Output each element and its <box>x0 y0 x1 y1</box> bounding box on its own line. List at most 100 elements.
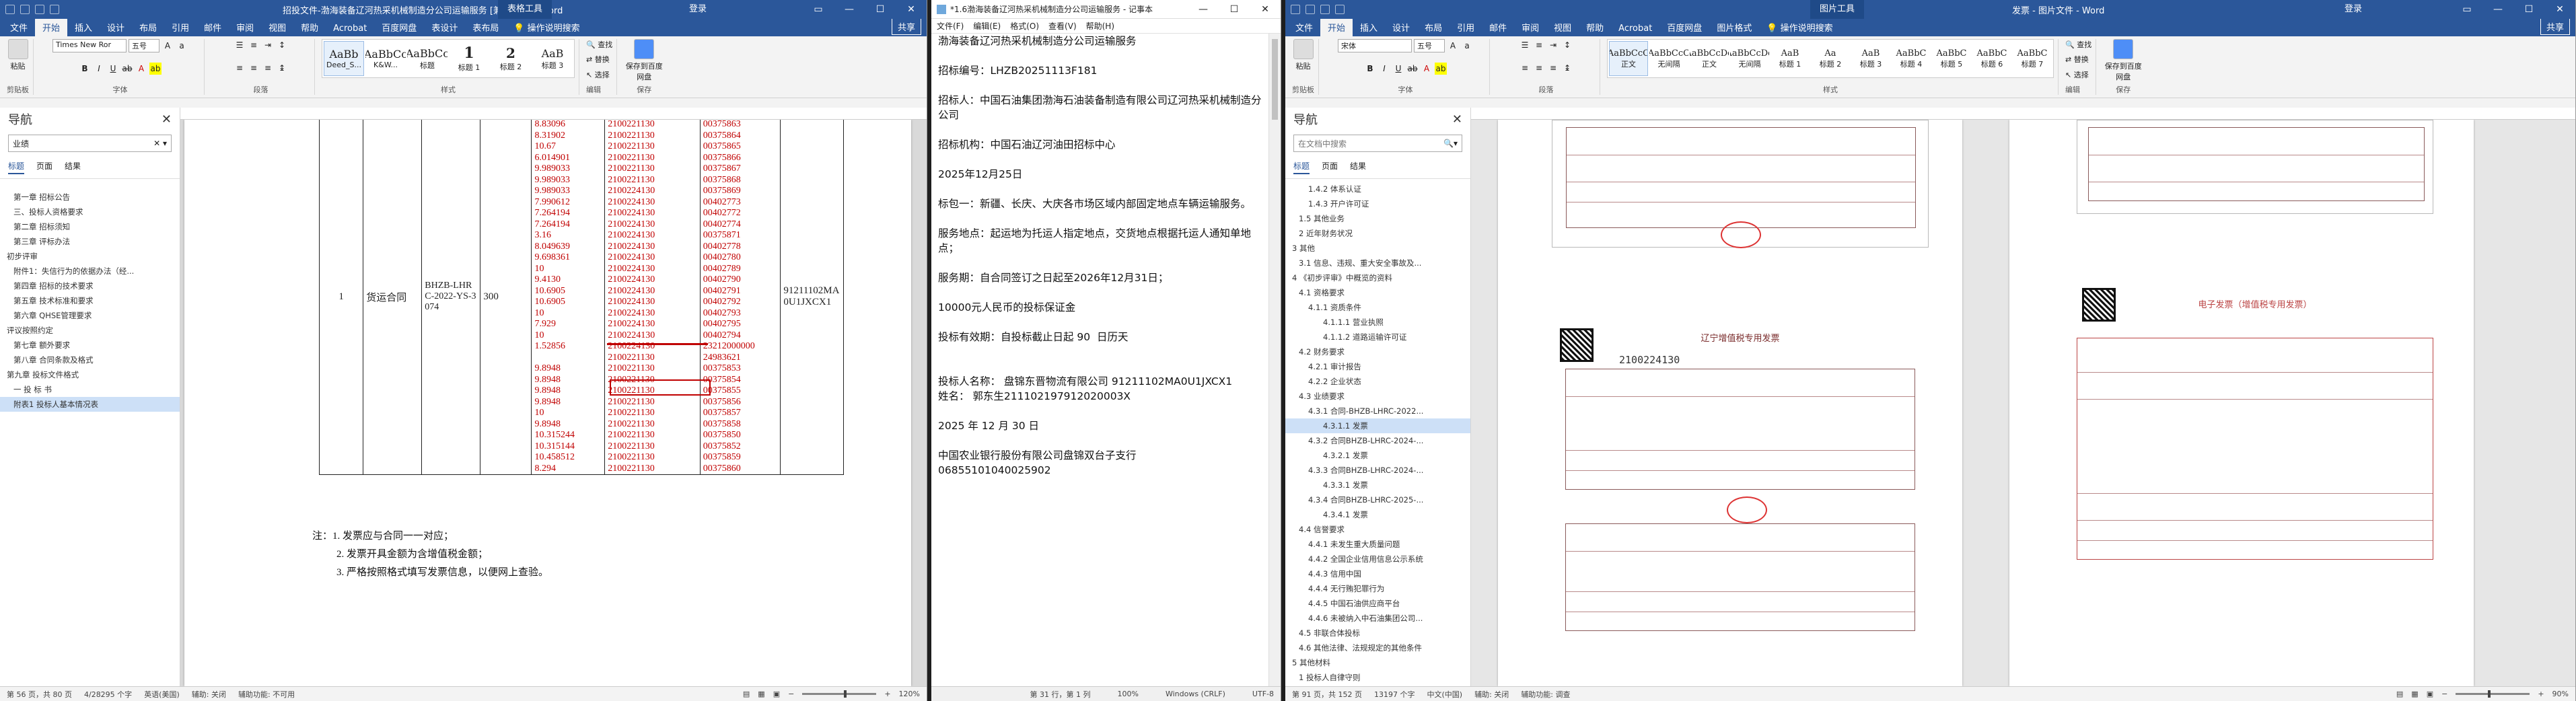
vertical-scrollbar[interactable] <box>1268 34 1281 686</box>
nav-heading-item[interactable]: 4.2.1 审计报告 <box>1285 359 1470 374</box>
nav-heading-item[interactable]: 4.1 资格要求 <box>1285 285 1470 300</box>
maximize-button[interactable]: ☐ <box>2513 0 2544 19</box>
grow-font-icon[interactable]: A <box>162 40 174 52</box>
tab-review[interactable]: 审阅 <box>229 18 261 36</box>
tab-insert[interactable]: 插入 <box>1353 18 1385 36</box>
zoom-in-icon[interactable]: + <box>2538 690 2544 698</box>
save-baidu-button[interactable]: 保存到百度网盘 <box>2103 39 2143 82</box>
font-color-icon[interactable]: A <box>135 63 147 75</box>
nav-heading-item[interactable]: 第八章 合同条款及格式 <box>0 353 180 367</box>
clear-search-icon[interactable]: ✕ ▾ <box>153 139 167 148</box>
nav-tab-results[interactable]: 结果 <box>1350 160 1366 174</box>
style-item[interactable]: AaBb Deed_S... <box>324 41 364 76</box>
zoom-slider[interactable] <box>2456 690 2530 698</box>
nav-heading-item[interactable]: 4.3.1.1 发票 <box>1285 418 1470 433</box>
nav-heading-item[interactable]: 4.4.3 信用中国 <box>1285 566 1470 581</box>
nav-heading-item[interactable]: 4.4.6 未被纳入中石油集团公司... <box>1285 611 1470 626</box>
type-cell[interactable]: 货运合同 <box>363 120 423 475</box>
style-item[interactable]: AaB 标题 3 <box>1851 41 1890 76</box>
grow-font-icon[interactable]: A <box>1447 40 1459 52</box>
style-item[interactable]: 2 标题 2 <box>491 41 531 76</box>
word-count[interactable]: 13197 个字 <box>1374 689 1415 700</box>
page-count[interactable]: 第 91 页，共 152 页 <box>1292 689 1362 700</box>
autosave-icon[interactable] <box>5 5 15 14</box>
tab-design[interactable]: 设计 <box>1385 18 1417 36</box>
nav-heading-item[interactable]: 4.4.4 无行贿犯罪行为 <box>1285 581 1470 596</box>
nav-heading-item[interactable]: 第三章 评标办法 <box>0 234 180 249</box>
align-right-icon[interactable]: ≡ <box>262 62 274 74</box>
font-size-select[interactable]: 五号 <box>1414 39 1445 52</box>
web-layout-icon[interactable]: ▣ <box>773 690 780 698</box>
minimize-button[interactable]: — <box>2482 0 2513 19</box>
tell-me-search[interactable]: 💡 操作说明搜索 <box>1759 18 1840 36</box>
nav-heading-item[interactable]: 4.6 其他法律、法规规定的其他条件 <box>1285 640 1470 655</box>
nav-heading-item[interactable]: 4.3.3 合同BHZB-LHRC-2024-... <box>1285 463 1470 478</box>
ribbon-display-icon[interactable]: ▭ <box>2452 0 2482 19</box>
select-button[interactable]: ↖ 选择 <box>586 69 610 80</box>
bullets-icon[interactable]: ☰ <box>1519 39 1531 51</box>
page-count[interactable]: 第 56 页，共 80 页 <box>7 689 72 700</box>
amounts-cell[interactable]: 8.83096 8.31902 10.67 6.014901 9.989033 9.989… <box>531 120 606 475</box>
dates-cell[interactable]: 2100221130 2100221130 2100221130 2100221130… <box>604 120 701 475</box>
redo-icon[interactable] <box>1335 5 1345 14</box>
nav-tab-pages[interactable]: 页面 <box>36 160 52 174</box>
find-button[interactable]: 🔍 查找 <box>586 39 612 50</box>
text-prediction[interactable]: 辅助: 关闭 <box>192 689 226 700</box>
align-right-icon[interactable]: ≡ <box>1547 62 1559 74</box>
search-icon[interactable]: 🔍▾ <box>1443 139 1458 148</box>
nav-heading-item[interactable]: 4.1.1 资质条件 <box>1285 300 1470 315</box>
tab-mailings[interactable]: 邮件 <box>196 18 229 36</box>
align-left-icon[interactable]: ≡ <box>234 62 246 74</box>
nav-heading-item[interactable]: 4 《初步评审》中概览的资料 <box>1285 270 1470 285</box>
tell-me-search[interactable]: 💡 操作说明搜索 <box>506 18 587 36</box>
tab-table-design[interactable]: 表设计 <box>424 18 465 36</box>
undo-icon[interactable] <box>1320 5 1330 14</box>
zoom-out-icon[interactable]: − <box>2441 690 2447 698</box>
nav-heading-item[interactable]: 4.2 财务要求 <box>1285 344 1470 359</box>
select-button[interactable]: ↖ 选择 <box>2065 69 2089 80</box>
text-prediction[interactable]: 辅助: 关闭 <box>1474 689 1509 700</box>
close-button[interactable]: ✕ <box>1250 0 1281 19</box>
tab-help[interactable]: 帮助 <box>293 18 326 36</box>
underline-icon[interactable]: U <box>107 63 119 75</box>
nav-heading-item[interactable]: 评议按照约定 <box>0 323 180 338</box>
bold-icon[interactable]: B <box>79 63 91 75</box>
nav-heading-item[interactable]: 4.3.1 合同-BHZB-LHRC-2022... <box>1285 404 1470 418</box>
print-layout-icon[interactable]: ▦ <box>2411 690 2418 698</box>
font-color-icon[interactable]: A <box>1421 63 1433 75</box>
nav-heading-item[interactable]: 附表1 投标人基本情况表 <box>0 397 180 412</box>
save-icon[interactable] <box>20 5 30 14</box>
nav-heading-item[interactable]: 4.3.2 合同BHZB-LHRC-2024-... <box>1285 433 1470 448</box>
qty-cell[interactable]: 300 <box>480 120 532 475</box>
accessibility-status[interactable]: 辅助功能: 调查 <box>1521 689 1570 700</box>
save-icon[interactable] <box>1305 5 1315 14</box>
nav-heading-item[interactable]: 4.3.4 合同BHZB-LHRC-2025-... <box>1285 492 1470 507</box>
style-item[interactable]: AaBbC 标题 5 <box>1932 41 1971 76</box>
tab-references[interactable]: 引用 <box>1450 18 1482 36</box>
tab-acrobat[interactable]: Acrobat <box>1611 21 1659 36</box>
close-button[interactable]: ✕ <box>896 0 927 19</box>
indent-icon[interactable]: ⇥ <box>262 39 274 51</box>
close-button[interactable]: ✕ <box>2544 0 2575 19</box>
share-button[interactable]: 共享 <box>891 18 921 35</box>
tab-baidu[interactable]: 百度网盘 <box>374 18 424 36</box>
nav-search-input[interactable]: 在文档中搜索 🔍▾ <box>1293 135 1462 152</box>
zoom-level[interactable]: 90% <box>2552 690 2569 698</box>
print-layout-icon[interactable]: ▦ <box>758 690 764 698</box>
autosave-icon[interactable] <box>1291 5 1300 14</box>
nav-heading-item[interactable]: 第二章 招标须知 <box>0 219 180 234</box>
style-item[interactable]: AaBbCcC 无间隔 <box>1649 41 1688 76</box>
invoice-image[interactable] <box>1552 120 1929 248</box>
style-item[interactable]: AaBbCcDd正文 <box>1690 41 1729 76</box>
maximize-button[interactable]: ☐ <box>865 0 896 19</box>
language-status[interactable]: 英语(美国) <box>144 689 180 700</box>
strikethrough-icon[interactable]: ab <box>1406 63 1419 75</box>
tab-file[interactable]: 文件 <box>1288 18 1320 36</box>
nav-heading-item[interactable]: 三、投标人资格要求 <box>0 205 180 219</box>
nav-heading-item[interactable]: 第四章 招标的技术要求 <box>0 279 180 293</box>
codes-cell[interactable]: 00375863 00375864 00375865 00375866 00375867… <box>699 120 781 475</box>
nav-heading-item[interactable]: 一 投 标 书 <box>0 382 180 397</box>
login-link[interactable]: 登录 <box>2335 0 2371 19</box>
paste-button[interactable]: 粘贴 <box>7 39 28 71</box>
focus-icon[interactable]: ▤ <box>2396 690 2403 698</box>
